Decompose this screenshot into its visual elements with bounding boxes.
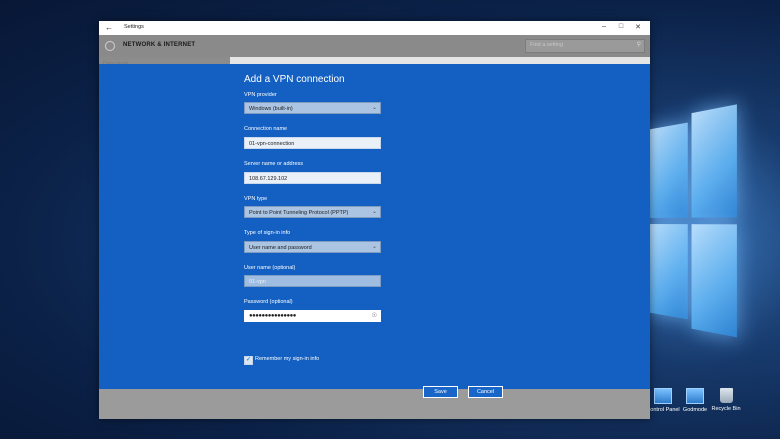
connection-name-value: 01-vpn-connection	[249, 140, 295, 147]
godmode-icon	[686, 388, 704, 404]
server-value: 108.67.129.102	[249, 175, 288, 182]
reveal-password-icon[interactable]: ☉	[372, 312, 377, 319]
vpn-provider-value: Windows (built-in)	[249, 105, 293, 112]
server-field[interactable]: 108.67.129.102	[244, 172, 381, 184]
password-field[interactable]: ●●●●●●●●●●●●●●● ☉	[244, 310, 381, 322]
search-placeholder: Find a setting	[530, 42, 564, 48]
username-field[interactable]: 01-vpn	[244, 275, 381, 287]
checkmark-icon: ✓	[244, 356, 253, 365]
search-input[interactable]: Find a setting ⚲	[525, 39, 645, 53]
minimize-button[interactable]: –	[598, 23, 610, 30]
settings-window: ← Settings – □ ✕ NETWORK & INTERNET Find…	[99, 21, 650, 419]
server-label: Server name or address	[244, 161, 303, 167]
chevron-down-icon: ⌄	[371, 105, 377, 111]
vpn-dialog: Add a VPN connection VPN provider Window…	[99, 64, 650, 398]
signin-type-value: User name and password	[249, 244, 312, 251]
windows-logo	[646, 104, 746, 338]
window-title: Settings	[124, 24, 144, 30]
maximize-button[interactable]: □	[615, 23, 627, 30]
desktop-icon-label: Recycle Bin	[711, 406, 741, 412]
username-label: User name (optional)	[244, 265, 296, 271]
vpn-type-select[interactable]: Point to Point Tunneling Protocol (PPTP)…	[244, 206, 381, 218]
chevron-down-icon: ⌄	[371, 244, 377, 250]
remember-signin-label: Remember my sign-in info	[255, 356, 320, 362]
connection-name-label: Connection name	[244, 126, 288, 132]
close-button[interactable]: ✕	[632, 23, 644, 31]
back-arrow-icon[interactable]: ←	[105, 23, 113, 32]
password-value: ●●●●●●●●●●●●●●●	[249, 312, 296, 319]
desktop-icon-recycle-bin[interactable]: Recycle Bin	[704, 388, 748, 412]
chevron-down-icon: ⌄	[371, 209, 377, 215]
vpn-provider-label: VPN provider	[244, 92, 277, 98]
header-bar: NETWORK & INTERNET Find a setting ⚲	[99, 35, 650, 57]
password-label: Password (optional)	[244, 299, 293, 305]
username-value: 01-vpn	[249, 278, 266, 285]
recycle-bin-icon	[719, 388, 733, 403]
cancel-button[interactable]: Cancel	[468, 386, 503, 398]
dimmed-footer	[99, 389, 650, 419]
signin-type-select[interactable]: User name and password ⌄	[244, 241, 381, 253]
gear-icon	[105, 41, 115, 51]
vpn-type-label: VPN type	[244, 196, 268, 202]
title-bar: ← Settings – □ ✕	[99, 21, 650, 35]
control-panel-icon	[654, 388, 672, 404]
search-icon: ⚲	[636, 42, 641, 48]
vpn-type-value: Point to Point Tunneling Protocol (PPTP)	[249, 209, 349, 216]
signin-type-label: Type of sign-in info	[244, 230, 291, 236]
vpn-provider-select[interactable]: Windows (built-in) ⌄	[244, 102, 381, 114]
connection-name-field[interactable]: 01-vpn-connection	[244, 137, 381, 149]
dialog-title: Add a VPN connection	[244, 74, 345, 85]
save-button[interactable]: Save	[423, 386, 458, 398]
page-title: NETWORK & INTERNET	[123, 42, 196, 48]
